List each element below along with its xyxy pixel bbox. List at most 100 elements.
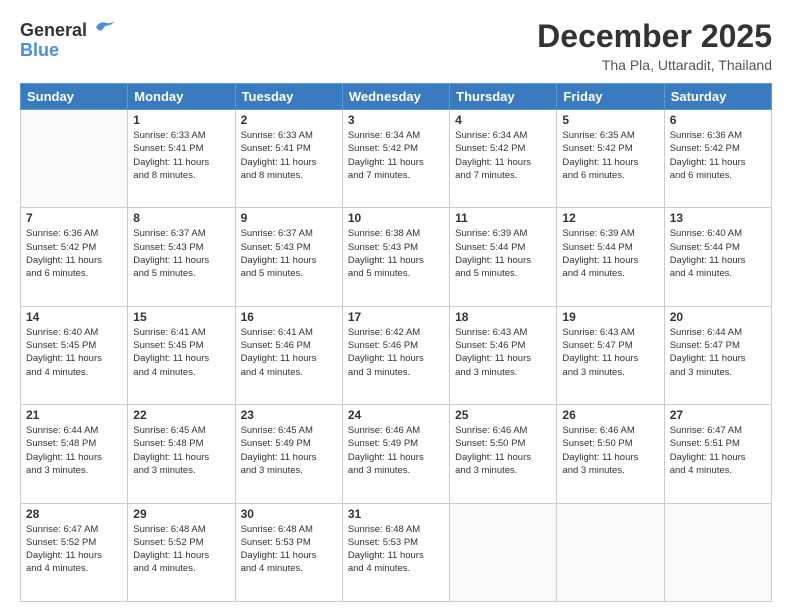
day-number: 1 [133,113,229,127]
day-number: 31 [348,507,444,521]
day-number: 8 [133,211,229,225]
day-info: Sunrise: 6:48 AMSunset: 5:53 PMDaylight:… [348,523,444,576]
calendar-cell: 31 Sunrise: 6:48 AMSunset: 5:53 PMDayligh… [342,503,449,601]
calendar-cell: 8 Sunrise: 6:37 AMSunset: 5:43 PMDaylight… [128,208,235,306]
calendar-cell: 17 Sunrise: 6:42 AMSunset: 5:46 PMDayligh… [342,306,449,404]
calendar-cell: 21 Sunrise: 6:44 AMSunset: 5:48 PMDayligh… [21,405,128,503]
day-info: Sunrise: 6:43 AMSunset: 5:46 PMDaylight:… [455,326,551,379]
day-info: Sunrise: 6:47 AMSunset: 5:52 PMDaylight:… [26,523,122,576]
calendar-week-row: 28 Sunrise: 6:47 AMSunset: 5:52 PMDayligh… [21,503,772,601]
sub-title: Tha Pla, Uttaradit, Thailand [537,57,772,73]
day-info: Sunrise: 6:45 AMSunset: 5:48 PMDaylight:… [133,424,229,477]
logo-general: General [20,20,87,40]
calendar-week-row: 21 Sunrise: 6:44 AMSunset: 5:48 PMDayligh… [21,405,772,503]
day-number: 20 [670,310,766,324]
calendar-cell: 19 Sunrise: 6:43 AMSunset: 5:47 PMDayligh… [557,306,664,404]
calendar-cell: 27Sunrise: 6:47 AMSunset: 5:51 PMDayligh… [664,405,771,503]
day-info: Sunrise: 6:40 AMSunset: 5:45 PMDaylight:… [26,326,122,379]
calendar-cell: 30Sunrise: 6:48 AMSunset: 5:53 PMDayligh… [235,503,342,601]
day-number: 5 [562,113,658,127]
day-number: 28 [26,507,122,521]
calendar-cell: 18 Sunrise: 6:43 AMSunset: 5:46 PMDayligh… [450,306,557,404]
day-number: 6 [670,113,766,127]
calendar-cell [664,503,771,601]
day-number: 23 [241,408,337,422]
calendar-cell: 28 Sunrise: 6:47 AMSunset: 5:52 PMDayligh… [21,503,128,601]
day-number: 19 [562,310,658,324]
calendar-cell: 9 Sunrise: 6:37 AMSunset: 5:43 PMDaylight… [235,208,342,306]
calendar-cell: 4Sunrise: 6:34 AMSunset: 5:42 PMDaylight… [450,110,557,208]
calendar-cell: 22 Sunrise: 6:45 AMSunset: 5:48 PMDayligh… [128,405,235,503]
day-number: 18 [455,310,551,324]
calendar-header-tuesday: Tuesday [235,84,342,110]
calendar-cell: 23 Sunrise: 6:45 AMSunset: 5:49 PMDayligh… [235,405,342,503]
page: General Blue December 2025 Tha Pla, Utta… [0,0,792,612]
calendar-cell: 24Sunrise: 6:46 AMSunset: 5:49 PMDayligh… [342,405,449,503]
calendar-cell: 13Sunrise: 6:40 AMSunset: 5:44 PMDayligh… [664,208,771,306]
day-number: 2 [241,113,337,127]
day-number: 15 [133,310,229,324]
calendar-cell: 6 Sunrise: 6:36 AMSunset: 5:42 PMDaylight… [664,110,771,208]
day-info: Sunrise: 6:33 AMSunset: 5:41 PMDaylight:… [133,129,229,182]
day-info: Sunrise: 6:39 AMSunset: 5:44 PMDaylight:… [562,227,658,280]
calendar-table: SundayMondayTuesdayWednesdayThursdayFrid… [20,83,772,602]
calendar-cell: 11Sunrise: 6:39 AMSunset: 5:44 PMDayligh… [450,208,557,306]
day-number: 12 [562,211,658,225]
calendar-cell: 12 Sunrise: 6:39 AMSunset: 5:44 PMDayligh… [557,208,664,306]
day-info: Sunrise: 6:39 AMSunset: 5:44 PMDaylight:… [455,227,551,280]
day-info: Sunrise: 6:44 AMSunset: 5:48 PMDaylight:… [26,424,122,477]
day-info: Sunrise: 6:34 AMSunset: 5:42 PMDaylight:… [348,129,444,182]
day-info: Sunrise: 6:48 AMSunset: 5:53 PMDaylight:… [241,523,337,576]
calendar-header-saturday: Saturday [664,84,771,110]
calendar-cell [21,110,128,208]
calendar-header-thursday: Thursday [450,84,557,110]
calendar-cell [557,503,664,601]
day-info: Sunrise: 6:35 AMSunset: 5:42 PMDaylight:… [562,129,658,182]
day-info: Sunrise: 6:37 AMSunset: 5:43 PMDaylight:… [241,227,337,280]
calendar-header-monday: Monday [128,84,235,110]
day-info: Sunrise: 6:46 AMSunset: 5:50 PMDaylight:… [455,424,551,477]
calendar-header-row: SundayMondayTuesdayWednesdayThursdayFrid… [21,84,772,110]
day-info: Sunrise: 6:37 AMSunset: 5:43 PMDaylight:… [133,227,229,280]
day-info: Sunrise: 6:33 AMSunset: 5:41 PMDaylight:… [241,129,337,182]
day-number: 26 [562,408,658,422]
calendar-cell: 3 Sunrise: 6:34 AMSunset: 5:42 PMDaylight… [342,110,449,208]
calendar-cell: 16 Sunrise: 6:41 AMSunset: 5:46 PMDayligh… [235,306,342,404]
day-number: 10 [348,211,444,225]
day-number: 3 [348,113,444,127]
logo-bird-icon [92,18,116,36]
logo: General Blue [20,18,116,59]
day-info: Sunrise: 6:41 AMSunset: 5:45 PMDaylight:… [133,326,229,379]
calendar-cell: 10Sunrise: 6:38 AMSunset: 5:43 PMDayligh… [342,208,449,306]
day-info: Sunrise: 6:46 AMSunset: 5:50 PMDaylight:… [562,424,658,477]
calendar-cell: 20 Sunrise: 6:44 AMSunset: 5:47 PMDayligh… [664,306,771,404]
day-number: 25 [455,408,551,422]
calendar-cell: 29Sunrise: 6:48 AMSunset: 5:52 PMDayligh… [128,503,235,601]
day-number: 21 [26,408,122,422]
day-number: 9 [241,211,337,225]
calendar-week-row: 14 Sunrise: 6:40 AMSunset: 5:45 PMDayligh… [21,306,772,404]
day-info: Sunrise: 6:41 AMSunset: 5:46 PMDaylight:… [241,326,337,379]
day-number: 29 [133,507,229,521]
calendar-cell: 14 Sunrise: 6:40 AMSunset: 5:45 PMDayligh… [21,306,128,404]
day-info: Sunrise: 6:43 AMSunset: 5:47 PMDaylight:… [562,326,658,379]
header: General Blue December 2025 Tha Pla, Utta… [20,18,772,73]
calendar-header-sunday: Sunday [21,84,128,110]
day-info: Sunrise: 6:36 AMSunset: 5:42 PMDaylight:… [670,129,766,182]
logo-blue: Blue [20,41,59,59]
day-number: 14 [26,310,122,324]
day-number: 4 [455,113,551,127]
main-title: December 2025 [537,18,772,55]
day-info: Sunrise: 6:46 AMSunset: 5:49 PMDaylight:… [348,424,444,477]
day-number: 22 [133,408,229,422]
title-block: December 2025 Tha Pla, Uttaradit, Thaila… [537,18,772,73]
calendar-cell [450,503,557,601]
calendar-cell: 2 Sunrise: 6:33 AMSunset: 5:41 PMDaylight… [235,110,342,208]
day-info: Sunrise: 6:42 AMSunset: 5:46 PMDaylight:… [348,326,444,379]
day-info: Sunrise: 6:36 AMSunset: 5:42 PMDaylight:… [26,227,122,280]
day-number: 16 [241,310,337,324]
day-info: Sunrise: 6:45 AMSunset: 5:49 PMDaylight:… [241,424,337,477]
day-number: 13 [670,211,766,225]
day-info: Sunrise: 6:44 AMSunset: 5:47 PMDaylight:… [670,326,766,379]
day-number: 17 [348,310,444,324]
